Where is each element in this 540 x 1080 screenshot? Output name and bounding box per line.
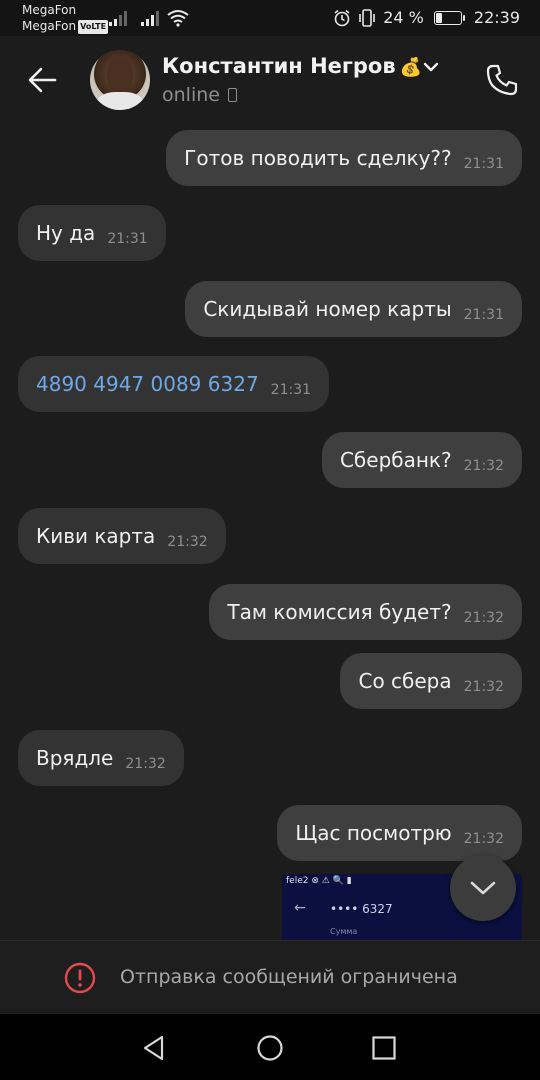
avatar[interactable]	[90, 50, 150, 110]
message-bubble-outgoing[interactable]: Со сбера 21:32	[340, 653, 522, 709]
mobile-device-icon	[227, 88, 237, 102]
message-bubble-incoming[interactable]: Киви карта 21:32	[18, 508, 226, 564]
message-text: Скидывай номер карты	[203, 297, 452, 321]
signal-icon	[109, 11, 127, 26]
preview-back-arrow-icon: ←	[294, 900, 306, 916]
message-bubble-outgoing[interactable]: Скидывай номер карты 21:31	[185, 281, 522, 337]
money-bag-emoji: 💰	[399, 57, 423, 78]
contact-name[interactable]: Константин Негров 💰	[162, 54, 422, 78]
carrier-2: MegaFon VoLTE	[22, 19, 109, 34]
message-time: 21:32	[463, 610, 504, 626]
message-bubble-outgoing[interactable]: Там комиссия будет? 21:32	[209, 584, 522, 640]
message-bubble-incoming[interactable]: 4890 4947 0089 6327 21:31	[18, 356, 330, 412]
message-text: Со сбера	[358, 669, 452, 693]
messaging-restricted-bar: Отправка сообщений ограничена	[0, 940, 540, 1014]
message-bubble-outgoing[interactable]: Готов поводить сделку?? 21:31	[166, 130, 522, 186]
chevron-down-icon[interactable]	[420, 56, 442, 78]
message-text: Щас посмотрю	[295, 821, 452, 845]
preview-status-text: fele2 ⊗ ⚠ 🔍 ▮	[286, 876, 352, 886]
nav-home-button[interactable]	[250, 1028, 290, 1068]
system-nav-bar	[0, 1014, 540, 1080]
message-bubble-outgoing[interactable]: Щас посмотрю 21:32	[277, 805, 522, 861]
nav-recents-button[interactable]	[364, 1028, 404, 1068]
avatar-shirt	[96, 92, 144, 110]
contact-status: online	[162, 84, 237, 106]
chevron-down-icon	[470, 881, 496, 895]
message-time: 21:32	[125, 756, 166, 772]
message-text: Ну да	[36, 221, 96, 245]
message-time: 21:32	[167, 534, 208, 550]
message-text: Киви карта	[36, 524, 156, 548]
wifi-icon	[167, 10, 189, 27]
nav-home-icon	[257, 1035, 283, 1061]
call-button[interactable]	[480, 58, 524, 102]
preview-card-number: •••• 6327	[330, 902, 393, 916]
status-bar: MegaFon MegaFon VoLTE 24 % 22:39	[0, 0, 540, 36]
battery-percent: 24 %	[383, 8, 424, 27]
carrier-1: MegaFon	[22, 3, 77, 17]
message-time: 21:32	[463, 458, 504, 474]
vibrate-icon	[359, 8, 376, 27]
message-time: 21:32	[463, 679, 504, 695]
message-text: Сбербанк?	[339, 448, 452, 472]
nav-recents-icon	[372, 1036, 396, 1060]
message-text: Там комиссия будет?	[227, 600, 452, 624]
battery-icon	[433, 10, 465, 25]
signal-icon	[141, 11, 159, 26]
message-time: 21:31	[270, 382, 312, 398]
restricted-message: Отправка сообщений ограничена	[120, 966, 458, 988]
message-text: Врядле	[36, 746, 114, 770]
alarm-icon	[334, 9, 350, 26]
message-time: 21:31	[107, 231, 148, 247]
message-list[interactable]: Готов поводить сделку?? 21:31 Ну да 21:3…	[0, 122, 540, 940]
warning-circle-icon	[64, 962, 96, 994]
chat-header: Константин Негров 💰 online	[0, 36, 540, 122]
clock: 22:39	[473, 8, 520, 27]
card-number-link[interactable]: 4890 4947 0089 6327	[36, 372, 259, 396]
arrow-left-icon	[28, 67, 57, 93]
volte-badge: VoLTE	[78, 20, 109, 34]
scroll-to-bottom-button[interactable]	[450, 855, 516, 921]
back-button[interactable]	[20, 58, 64, 102]
message-bubble-incoming[interactable]: Врядле 21:32	[18, 730, 184, 786]
battery-level	[435, 12, 443, 23]
nav-back-icon	[143, 1035, 164, 1061]
message-time: 21:31	[463, 307, 504, 323]
message-bubble-outgoing[interactable]: Сбербанк? 21:32	[321, 432, 522, 488]
preview-amount-label: Сумма	[330, 927, 358, 936]
message-time: 21:31	[463, 156, 504, 172]
nav-back-button[interactable]	[134, 1028, 174, 1068]
status-right: 24 % 22:39	[333, 8, 520, 27]
phone-icon	[486, 64, 518, 96]
avatar-face	[107, 58, 133, 92]
message-bubble-incoming[interactable]: Ну да 21:31	[18, 205, 166, 261]
message-text: Готов поводить сделку??	[184, 146, 452, 170]
message-time: 21:32	[463, 831, 504, 847]
